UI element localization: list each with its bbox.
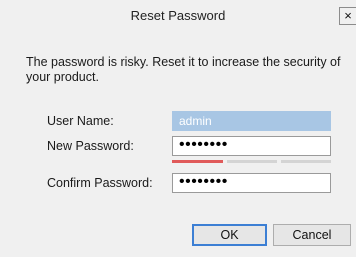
password-strength-segment-3	[281, 160, 331, 163]
username-label: User Name:	[47, 114, 114, 128]
new-password-label: New Password:	[47, 139, 134, 153]
password-strength-segment-2	[227, 160, 277, 163]
new-password-field[interactable]: ••••••••	[172, 136, 331, 156]
risk-message: The password is risky. Reset it to incre…	[26, 55, 341, 84]
confirm-password-field[interactable]: ••••••••	[172, 173, 331, 193]
cancel-button[interactable]: Cancel	[273, 224, 351, 246]
reset-password-dialog: Reset Password × The password is risky. …	[0, 0, 356, 257]
ok-button[interactable]: OK	[192, 224, 267, 246]
close-button[interactable]: ×	[339, 7, 356, 25]
password-strength-segment-1	[172, 160, 223, 163]
username-field: admin	[172, 111, 331, 131]
confirm-password-label: Confirm Password:	[47, 176, 153, 190]
dialog-title: Reset Password	[130, 8, 226, 23]
